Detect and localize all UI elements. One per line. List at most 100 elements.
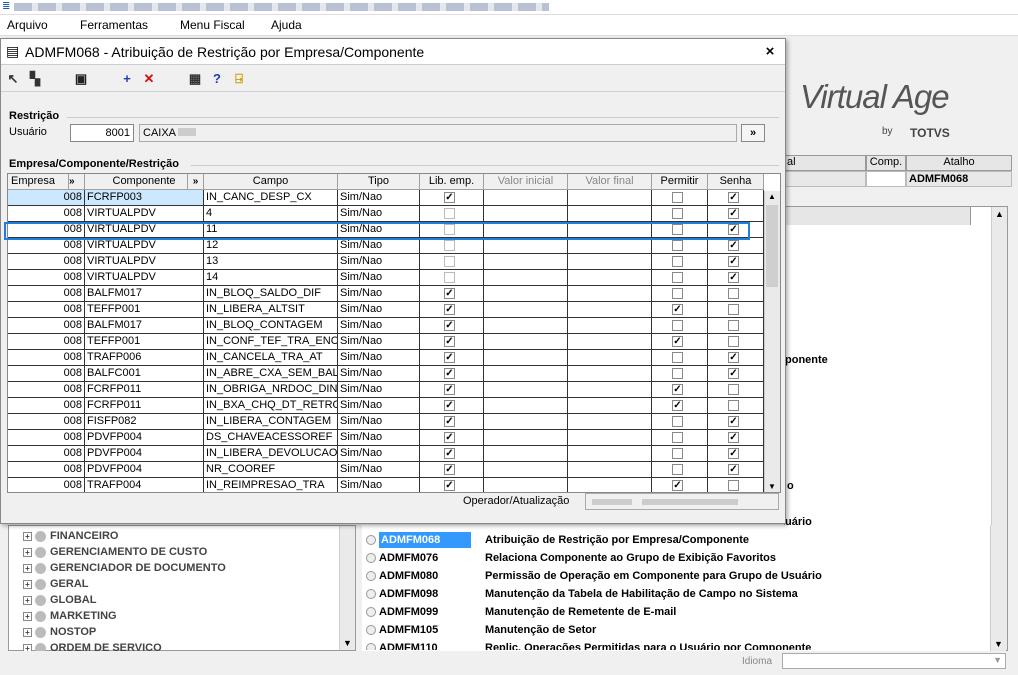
cell-senha[interactable]: ✓ [708,366,764,382]
cell-empresa[interactable]: 008 [8,302,85,318]
cell-valor[interactable] [568,302,652,318]
scroll-thumb[interactable] [766,205,778,287]
cell-empresa[interactable]: 008 [8,430,85,446]
cell-componente[interactable]: FCRFP011 [85,398,204,414]
grid-scrollbar[interactable]: ▲ ▼ [764,191,780,492]
menu-ferramentas[interactable]: Ferramentas [80,18,148,32]
scroll-up-icon[interactable]: ▲ [995,209,1004,219]
cell-valor[interactable] [484,334,568,350]
cell-valor[interactable] [568,382,652,398]
cell-valor[interactable] [484,382,568,398]
cell-valor[interactable] [568,462,652,478]
tree-item[interactable]: + GLOBAL [23,594,96,606]
cell-valor[interactable] [568,270,652,286]
cell-componente[interactable]: TEFFP001 [85,302,204,318]
cell-campo[interactable]: 12 [204,238,338,254]
lib-checkbox[interactable]: ✓ [444,368,455,379]
senha-checkbox[interactable]: ✓ [728,416,739,427]
lib-checkbox[interactable] [444,256,455,267]
table-row[interactable]: 008 VIRTUALPDV 12 Sim/Nao ✓ [8,238,764,254]
cell-permitir[interactable] [652,430,708,446]
cell-tipo[interactable]: Sim/Nao [338,334,420,350]
cell-senha[interactable]: ✓ [708,350,764,366]
lib-checkbox[interactable]: ✓ [444,320,455,331]
cell-lib[interactable]: ✓ [420,446,484,462]
cell-senha[interactable] [708,302,764,318]
cell-campo[interactable]: 4 [204,206,338,222]
cell-empresa[interactable]: 008 [8,286,85,302]
cell-valor[interactable] [484,286,568,302]
grid-icon[interactable]: ▦ [187,71,203,87]
cell-campo[interactable]: IN_BLOQ_CONTAGEM [204,318,338,334]
lib-checkbox[interactable]: ✓ [444,448,455,459]
cell-lib[interactable]: ✓ [420,366,484,382]
cell-valor[interactable] [568,350,652,366]
tree-item[interactable]: + NOSTOP [23,626,96,638]
cell-tipo[interactable]: Sim/Nao [338,238,420,254]
cell-campo[interactable]: NR_COOREF [204,462,338,478]
expand-icon[interactable]: + [23,627,32,637]
cell-empresa[interactable]: 008 [8,318,85,334]
cell-senha[interactable]: ✓ [708,190,764,206]
senha-checkbox[interactable] [728,384,739,395]
tree-item[interactable]: + GERENCIADOR DE DOCUMENTO [23,562,226,574]
menu-ajuda[interactable]: Ajuda [271,18,302,32]
list-item[interactable]: ADMFM105 Manutenção de Setor [366,622,596,638]
cell-tipo[interactable]: Sim/Nao [338,462,420,478]
cell-valor[interactable] [568,190,652,206]
cell-campo[interactable]: 14 [204,270,338,286]
col-header-valor-final[interactable]: Valor final [568,174,652,190]
cell-senha[interactable] [708,478,764,492]
close-button[interactable]: × [761,43,779,61]
cell-senha[interactable]: ✓ [708,206,764,222]
menu-arquivo[interactable]: Arquivo [7,18,48,32]
table-row[interactable]: 008 FCRFP003 IN_CANC_DESP_CX Sim/Nao ✓ ✓ [8,190,764,206]
cell-campo[interactable]: IN_OBRIGA_NRDOC_DIN [204,382,338,398]
cell-senha[interactable] [708,382,764,398]
cell-lib[interactable]: ✓ [420,414,484,430]
cell-lib[interactable]: ✓ [420,430,484,446]
cell-permitir[interactable]: ✓ [652,478,708,492]
table-row[interactable]: 008 TRAFP006 IN_CANCELA_TRA_AT Sim/Nao ✓ ✓ [8,350,764,366]
lib-checkbox[interactable] [444,240,455,251]
senha-checkbox[interactable] [728,304,739,315]
tree-item[interactable]: + FINANCEIRO [23,530,118,542]
cell-empresa[interactable]: 008 [8,382,85,398]
senha-checkbox[interactable]: ✓ [728,448,739,459]
scroll-down-icon[interactable]: ▼ [994,639,1003,649]
cell-lib[interactable] [420,270,484,286]
cell-empresa[interactable]: 008 [8,206,85,222]
cell-permitir[interactable]: ✓ [652,382,708,398]
table-row[interactable]: 008 FCRFP011 IN_OBRIGA_NRDOC_DIN Sim/Nao ✓ ✓ [8,382,764,398]
cell-campo[interactable]: IN_CONF_TEF_TRA_ENC [204,334,338,350]
list-item[interactable]: ADMFM110 Replic. Operações Permitidas par… [366,640,811,650]
col-header-permitir[interactable]: Permitir [652,174,708,190]
table-row[interactable]: 008 FCRFP011 IN_BXA_CHQ_DT_RETRO Sim/Nao ✓ ✓ [8,398,764,414]
cell-componente[interactable]: VIRTUALPDV [85,238,204,254]
cell-tipo[interactable]: Sim/Nao [338,270,420,286]
cell-componente[interactable]: BALFM017 [85,318,204,334]
componente-lookup-button[interactable]: » [187,174,203,189]
table-row[interactable]: 008 PDVFP004 DS_CHAVEACESSOREF Sim/Nao ✓ ✓ [8,430,764,446]
cell-tipo[interactable]: Sim/Nao [338,190,420,206]
col-header-componente[interactable]: Componente » [85,174,204,190]
cell-empresa[interactable]: 008 [8,446,85,462]
cell-senha[interactable] [708,318,764,334]
cell-valor[interactable] [484,302,568,318]
table-row[interactable]: 008 BALFM017 IN_BLOQ_CONTAGEM Sim/Nao ✓ [8,318,764,334]
cell-campo[interactable]: 13 [204,254,338,270]
cell-senha[interactable]: ✓ [708,270,764,286]
cell-valor[interactable] [568,334,652,350]
delete-icon[interactable]: ✕ [141,71,157,87]
senha-checkbox[interactable] [728,480,739,491]
cell-valor[interactable] [484,318,568,334]
cell-senha[interactable]: ✓ [708,254,764,270]
component-list-scrollbar[interactable]: ▼ [990,525,1006,651]
menu-menu-fiscal[interactable]: Menu Fiscal [180,18,245,32]
table-row[interactable]: 008 TEFFP001 IN_CONF_TEF_TRA_ENC Sim/Nao ✓ ✓ [8,334,764,350]
expand-icon[interactable]: + [23,611,32,621]
table-row[interactable]: 008 BALFC001 IN_ABRE_CXA_SEM_BAL Sim/Nao ✓ ✓ [8,366,764,382]
cell-permitir[interactable] [652,350,708,366]
cell-permitir[interactable]: ✓ [652,334,708,350]
cell-empresa[interactable]: 008 [8,254,85,270]
